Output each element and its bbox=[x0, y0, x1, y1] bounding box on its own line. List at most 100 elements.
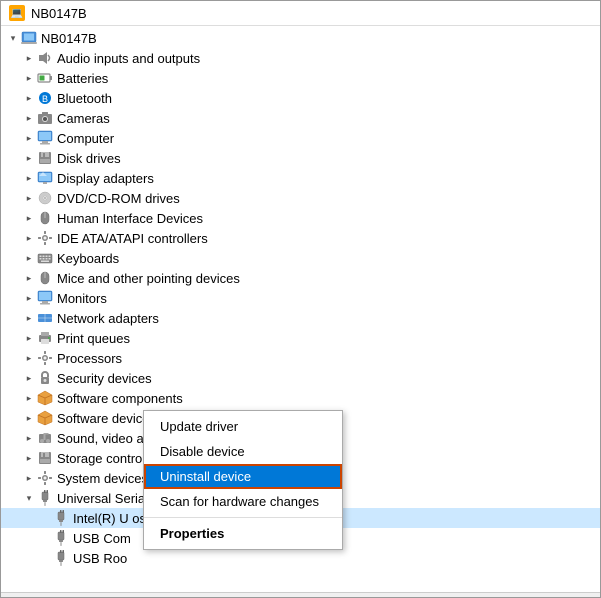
tree-item-display[interactable]: Display adapters bbox=[1, 168, 600, 188]
context-menu-item-uninstall[interactable]: Uninstall device bbox=[144, 464, 342, 489]
expand-btn-bluetooth[interactable] bbox=[21, 90, 37, 106]
context-menu-item-disable[interactable]: Disable device bbox=[144, 439, 342, 464]
tree-label-swcomp: Software components bbox=[57, 391, 596, 406]
expand-btn-swcomp[interactable] bbox=[21, 390, 37, 406]
tree-item-computer[interactable]: Computer bbox=[1, 128, 600, 148]
expand-btn-keyboards[interactable] bbox=[21, 250, 37, 266]
tree-item-root[interactable]: NB0147B bbox=[1, 28, 600, 48]
tree-item-audio[interactable]: Audio inputs and outputs bbox=[1, 48, 600, 68]
tree-label-usbroot: USB Roo bbox=[73, 551, 596, 566]
tree-label-cameras: Cameras bbox=[57, 111, 596, 126]
tree-item-bluetooth[interactable]: B Bluetooth bbox=[1, 88, 600, 108]
tree-icon-mice bbox=[37, 270, 53, 286]
expand-btn-swdev[interactable] bbox=[21, 410, 37, 426]
expand-btn-ide[interactable] bbox=[21, 230, 37, 246]
tree-label-dvd: DVD/CD-ROM drives bbox=[57, 191, 596, 206]
tree-label-audio: Audio inputs and outputs bbox=[57, 51, 596, 66]
context-menu: Update driverDisable deviceUninstall dev… bbox=[143, 410, 343, 550]
tree-label-display: Display adapters bbox=[57, 171, 596, 186]
tree-icon-usbroot bbox=[53, 550, 69, 566]
tree-item-swcomp[interactable]: Software components bbox=[1, 388, 600, 408]
tree-item-hid[interactable]: Human Interface Devices bbox=[1, 208, 600, 228]
tree-item-mice[interactable]: Mice and other pointing devices bbox=[1, 268, 600, 288]
tree-icon-swdev bbox=[37, 410, 53, 426]
tree-item-cameras[interactable]: Cameras bbox=[1, 108, 600, 128]
tree-icon-dvd bbox=[37, 190, 53, 206]
tree-icon-usb bbox=[37, 490, 53, 506]
tree-icon-cameras bbox=[37, 110, 53, 126]
tree-icon-monitors bbox=[37, 290, 53, 306]
expand-btn-sysdev[interactable] bbox=[21, 470, 37, 486]
tree-icon-computer bbox=[37, 130, 53, 146]
tree-icon-ide bbox=[37, 230, 53, 246]
tree-item-processors[interactable]: Processors bbox=[1, 348, 600, 368]
tree-icon-sysdev bbox=[37, 470, 53, 486]
tree-label-root: NB0147B bbox=[41, 31, 596, 46]
tree-label-mice: Mice and other pointing devices bbox=[57, 271, 596, 286]
tree-label-keyboards: Keyboards bbox=[57, 251, 596, 266]
svg-text:B: B bbox=[42, 94, 48, 104]
tree-icon-storage bbox=[37, 450, 53, 466]
expand-btn-network[interactable] bbox=[21, 310, 37, 326]
tree-icon-disk bbox=[37, 150, 53, 166]
tree-icon-keyboards bbox=[37, 250, 53, 266]
tree-item-batteries[interactable]: Batteries bbox=[1, 68, 600, 88]
expand-btn-disk[interactable] bbox=[21, 150, 37, 166]
tree-label-print: Print queues bbox=[57, 331, 596, 346]
device-manager-window: 💻 NB0147B NB0147B Audio inputs and output… bbox=[0, 0, 601, 598]
tree-icon-display bbox=[37, 170, 53, 186]
tree-label-disk: Disk drives bbox=[57, 151, 596, 166]
tree-label-network: Network adapters bbox=[57, 311, 596, 326]
status-bar bbox=[1, 592, 600, 597]
expand-btn-storage[interactable] bbox=[21, 450, 37, 466]
expand-btn-dvd[interactable] bbox=[21, 190, 37, 206]
tree-item-usbroot[interactable]: USB Roo bbox=[1, 548, 600, 568]
expand-btn-display[interactable] bbox=[21, 170, 37, 186]
tree-icon-batteries bbox=[37, 70, 53, 86]
expand-btn-audio[interactable] bbox=[21, 50, 37, 66]
tree-icon-hid bbox=[37, 210, 53, 226]
tree-label-monitors: Monitors bbox=[57, 291, 596, 306]
expand-btn-batteries[interactable] bbox=[21, 70, 37, 86]
tree-label-batteries: Batteries bbox=[57, 71, 596, 86]
title-bar-icon: 💻 bbox=[9, 5, 25, 21]
expand-btn-cameras[interactable] bbox=[21, 110, 37, 126]
tree-item-security[interactable]: Security devices bbox=[1, 368, 600, 388]
tree-label-security: Security devices bbox=[57, 371, 596, 386]
expand-btn-monitors[interactable] bbox=[21, 290, 37, 306]
expand-btn-computer[interactable] bbox=[21, 130, 37, 146]
tree-label-processors: Processors bbox=[57, 351, 596, 366]
expand-btn-print[interactable] bbox=[21, 330, 37, 346]
tree-item-monitors[interactable]: Monitors bbox=[1, 288, 600, 308]
tree-icon-usbcom bbox=[53, 530, 69, 546]
tree-item-print[interactable]: Print queues bbox=[1, 328, 600, 348]
tree-icon-root bbox=[21, 30, 37, 46]
tree-icon-network bbox=[37, 310, 53, 326]
context-menu-separator bbox=[144, 517, 342, 518]
tree-item-network[interactable]: Network adapters bbox=[1, 308, 600, 328]
tree-item-disk[interactable]: Disk drives bbox=[1, 148, 600, 168]
tree-icon-intel bbox=[53, 510, 69, 526]
tree-item-ide[interactable]: IDE ATA/ATAPI controllers bbox=[1, 228, 600, 248]
expand-btn-processors[interactable] bbox=[21, 350, 37, 366]
expand-btn-hid[interactable] bbox=[21, 210, 37, 226]
tree-label-bluetooth: Bluetooth bbox=[57, 91, 596, 106]
context-menu-item-update[interactable]: Update driver bbox=[144, 414, 342, 439]
tree-label-hid: Human Interface Devices bbox=[57, 211, 596, 226]
tree-icon-audio bbox=[37, 50, 53, 66]
context-menu-item-scan[interactable]: Scan for hardware changes bbox=[144, 489, 342, 514]
tree-icon-sound bbox=[37, 430, 53, 446]
tree-item-dvd[interactable]: DVD/CD-ROM drives bbox=[1, 188, 600, 208]
tree-icon-print bbox=[37, 330, 53, 346]
expand-btn-security[interactable] bbox=[21, 370, 37, 386]
tree-icon-processors bbox=[37, 350, 53, 366]
context-menu-item-properties[interactable]: Properties bbox=[144, 521, 342, 546]
expand-btn-usb[interactable] bbox=[21, 490, 37, 506]
tree-icon-bluetooth: B bbox=[37, 90, 53, 106]
title-bar: 💻 NB0147B bbox=[1, 1, 600, 26]
expand-btn-mice[interactable] bbox=[21, 270, 37, 286]
tree-item-keyboards[interactable]: Keyboards bbox=[1, 248, 600, 268]
tree-icon-security bbox=[37, 370, 53, 386]
expand-btn-sound[interactable] bbox=[21, 430, 37, 446]
expand-btn-root[interactable] bbox=[5, 30, 21, 46]
